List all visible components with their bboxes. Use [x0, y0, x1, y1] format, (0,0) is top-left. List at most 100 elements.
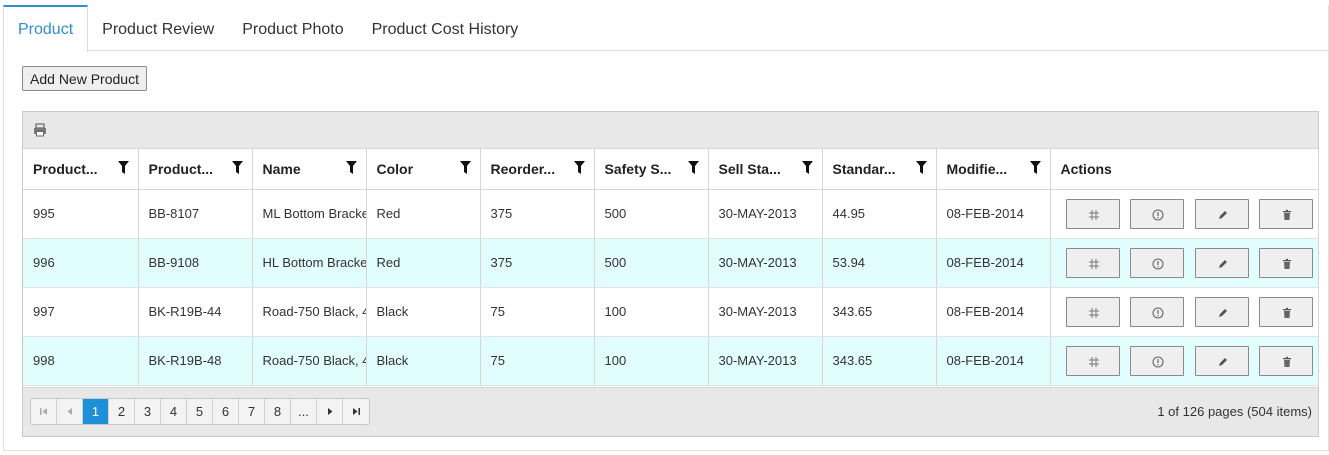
tab-product-review[interactable]: Product Review	[88, 5, 228, 51]
cell-reorder-point: 375	[480, 238, 595, 288]
cell-reorder-point: 75	[480, 287, 595, 337]
page-button-6[interactable]: 6	[213, 399, 239, 424]
info-icon	[1152, 208, 1164, 221]
first-page-button[interactable]	[31, 399, 57, 424]
cell-actions	[1050, 238, 1319, 288]
edit-button[interactable]	[1194, 198, 1249, 229]
info-button[interactable]	[1130, 296, 1185, 327]
cell-product-number: BB-9108	[138, 238, 253, 288]
cell-name: Road-750 Black, 4	[252, 336, 367, 386]
prev-page-icon	[67, 408, 72, 415]
link-button[interactable]	[1065, 345, 1120, 376]
first-page-icon	[40, 408, 47, 415]
filter-icon[interactable]	[687, 161, 700, 175]
column-header-safety-stock[interactable]: Safety S...	[594, 149, 709, 190]
info-icon	[1152, 306, 1164, 319]
prev-page-button[interactable]	[57, 399, 83, 424]
link-button[interactable]	[1065, 198, 1120, 229]
cell-actions	[1050, 287, 1319, 337]
grid-pager: 1 2 3 4 5 6 7 8 ... 1 of 126 pages (504 …	[23, 387, 1318, 436]
link-button[interactable]	[1065, 296, 1120, 327]
cell-product-id: 995	[23, 189, 139, 239]
last-page-button[interactable]	[343, 399, 369, 424]
cell-name: ML Bottom Bracke	[252, 189, 367, 239]
cell-color: Red	[366, 238, 481, 288]
table-row[interactable]: 998 BK-R19B-48 Road-750 Black, 4 Black 7…	[23, 336, 1319, 386]
filter-icon[interactable]	[915, 161, 928, 175]
column-header-modified-date[interactable]: Modifie...	[936, 149, 1051, 190]
filter-icon[interactable]	[801, 161, 814, 175]
cell-safety-stock: 100	[594, 336, 709, 386]
add-new-product-button[interactable]: Add New Product	[22, 66, 147, 91]
edit-button[interactable]	[1194, 345, 1249, 376]
delete-icon	[1283, 209, 1292, 220]
cell-safety-stock: 500	[594, 238, 709, 288]
cell-product-number: BK-R19B-48	[138, 336, 253, 386]
delete-button[interactable]	[1259, 296, 1314, 327]
cell-modified-date: 08-FEB-2014	[936, 238, 1051, 288]
tab-product-photo[interactable]: Product Photo	[228, 5, 357, 51]
page-button-3[interactable]: 3	[135, 399, 161, 424]
table-row[interactable]: 996 BB-9108 HL Bottom Bracke Red 375 500…	[23, 238, 1319, 288]
column-header-product-id[interactable]: Product...	[23, 149, 139, 190]
page-button-4[interactable]: 4	[161, 399, 187, 424]
column-header-reorder-point[interactable]: Reorder...	[480, 149, 595, 190]
column-header-sell-start-date[interactable]: Sell Sta...	[708, 149, 823, 190]
filter-icon[interactable]	[459, 161, 472, 175]
cell-product-id: 997	[23, 287, 139, 337]
column-header-color[interactable]: Color	[366, 149, 481, 190]
printer-icon[interactable]	[33, 123, 49, 139]
info-button[interactable]	[1130, 198, 1185, 229]
next-page-button[interactable]	[317, 399, 343, 424]
delete-button[interactable]	[1259, 198, 1314, 229]
column-header-standard-cost[interactable]: Standar...	[822, 149, 937, 190]
cell-product-id: 998	[23, 336, 139, 386]
edit-button[interactable]	[1194, 247, 1249, 278]
pager-info: 1 of 126 pages (504 items)	[1157, 404, 1312, 419]
more-pages-button[interactable]: ...	[291, 399, 317, 424]
info-button[interactable]	[1130, 247, 1185, 278]
page-button-2[interactable]: 2	[109, 399, 135, 424]
cell-actions	[1050, 336, 1319, 386]
filter-icon[interactable]	[1029, 161, 1042, 175]
delete-button[interactable]	[1259, 247, 1314, 278]
cell-color: Red	[366, 189, 481, 239]
page-button-5[interactable]: 5	[187, 399, 213, 424]
tab-product-cost-history[interactable]: Product Cost History	[358, 5, 533, 51]
table-row[interactable]: 997 BK-R19B-44 Road-750 Black, 4 Black 7…	[23, 287, 1319, 337]
edit-button[interactable]	[1194, 296, 1249, 327]
filter-icon[interactable]	[345, 161, 358, 175]
column-header-product-number[interactable]: Product...	[138, 149, 253, 190]
edit-icon	[1218, 357, 1227, 366]
filter-icon[interactable]	[231, 161, 244, 175]
grid-toolbar	[23, 112, 1318, 149]
pager-buttons: 1 2 3 4 5 6 7 8 ...	[30, 398, 370, 425]
cell-standard-cost: 343.65	[822, 336, 937, 386]
page-button-1[interactable]: 1	[83, 399, 109, 424]
link-button[interactable]	[1065, 247, 1120, 278]
link-icon	[1088, 307, 1099, 318]
product-grid: Product... Product... Name Color Reorder…	[22, 111, 1319, 437]
table-row[interactable]: 995 BB-8107 ML Bottom Bracke Red 375 500…	[23, 189, 1319, 239]
tab-product[interactable]: Product	[3, 5, 89, 52]
edit-icon	[1218, 259, 1227, 268]
cell-sell-start-date: 30-MAY-2013	[708, 336, 823, 386]
info-icon	[1152, 355, 1164, 368]
cell-sell-start-date: 30-MAY-2013	[708, 287, 823, 337]
filter-icon[interactable]	[573, 161, 586, 175]
delete-button[interactable]	[1259, 345, 1314, 376]
delete-icon	[1283, 258, 1292, 269]
link-icon	[1088, 258, 1099, 269]
cell-name: Road-750 Black, 4	[252, 287, 367, 337]
cell-product-number: BK-R19B-44	[138, 287, 253, 337]
cell-color: Black	[366, 336, 481, 386]
info-button[interactable]	[1130, 345, 1185, 376]
info-icon	[1152, 257, 1164, 270]
column-header-name[interactable]: Name	[252, 149, 367, 190]
filter-icon[interactable]	[117, 161, 130, 175]
cell-safety-stock: 500	[594, 189, 709, 239]
cell-sell-start-date: 30-MAY-2013	[708, 238, 823, 288]
page-button-7[interactable]: 7	[239, 399, 265, 424]
link-icon	[1088, 209, 1099, 220]
page-button-8[interactable]: 8	[265, 399, 291, 424]
